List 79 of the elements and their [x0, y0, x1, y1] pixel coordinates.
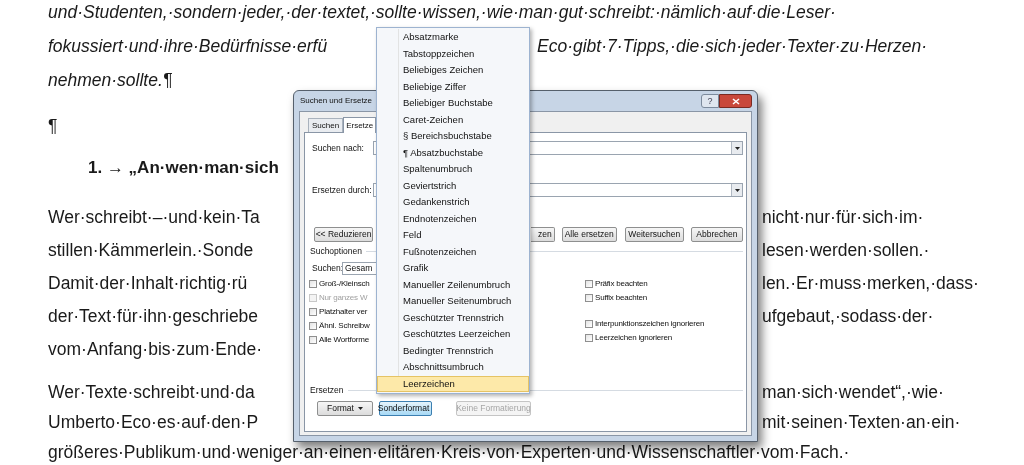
checkbox[interactable]	[309, 279, 317, 288]
tab[interactable]: Suchen	[308, 118, 344, 132]
text-line: man·sich·wendet“,·wie·	[762, 380, 944, 404]
help-button[interactable]: ?	[701, 94, 719, 108]
checkbox[interactable]	[585, 293, 593, 302]
checkbox-label: Leerzeichen ignorieren	[595, 331, 672, 344]
button[interactable]: Abbrechen	[690, 227, 743, 242]
dropdown-button[interactable]: Format	[317, 400, 373, 416]
text-line: Wer·Texte·schreibt·und·da	[48, 381, 255, 402]
menu-item[interactable]: Tabstoppzeichen	[377, 45, 529, 62]
menu-item[interactable]: Abschnittsumbruch	[377, 359, 529, 376]
close-button[interactable]	[719, 94, 752, 108]
text-line: Eco·gibt·7·Tipps,·die·sich·jeder·Texter·zu·Herzen·	[537, 34, 928, 58]
text-line: len.·Er·muss·merken,·dass·	[762, 271, 979, 295]
checkbox-label: Nur ganzes W	[319, 291, 368, 304]
section-label: Ersetzen	[309, 383, 345, 397]
button[interactable]: << Reduzieren	[314, 227, 373, 242]
caret-icon	[734, 146, 740, 150]
field-label: Suchen nach:	[311, 141, 365, 155]
text-line: Damit·der·Inhalt·richtig·rü	[48, 272, 248, 293]
caret-icon	[734, 188, 740, 192]
menu-item[interactable]: Leerzeichen	[377, 375, 529, 392]
menu-item[interactable]: Beliebiger Buchstabe	[377, 95, 529, 112]
menu-item[interactable]: Manueller Seitenumbruch	[377, 293, 529, 310]
checkbox-label: Groß-/Kleinsch	[319, 277, 370, 290]
menu-item[interactable]: Spaltenumbruch	[377, 161, 529, 178]
checkbox[interactable]	[309, 335, 317, 344]
heading: 1. → „An·wen·man·sich	[87, 157, 279, 180]
checkbox-label: Suffix beachten	[595, 291, 647, 304]
text-line: Umberto·Eco·es·auf·den·P	[48, 411, 259, 432]
button[interactable]: Alle ersetzen	[561, 227, 617, 242]
menu-item[interactable]: Caret-Zeichen	[377, 111, 529, 128]
text-line: Wer·schreibt·–·und·kein·Ta	[48, 206, 260, 227]
section-label: Suchoptionen	[309, 245, 363, 258]
text-line: nicht·nur·für·sich·im·	[762, 205, 924, 229]
field-label: Suchen:	[312, 261, 342, 275]
text-line: nehmen·sollte.¶	[48, 68, 173, 92]
checkbox-label: Alle Wortforme	[319, 333, 369, 346]
text-line: fokussiert·und·ihre·Bedürfnisse·erfü	[48, 35, 328, 56]
checkbox[interactable]	[585, 333, 593, 342]
menu-item[interactable]: Geviertstrich	[377, 177, 529, 194]
menu-item[interactable]: Feld	[377, 227, 529, 244]
menu-item[interactable]: Gedankenstrich	[377, 194, 529, 211]
menu-item[interactable]: Grafik	[377, 260, 529, 277]
menu-item[interactable]: Manueller Zeilenumbruch	[377, 276, 529, 293]
menu-item[interactable]: Beliebige Ziffer	[377, 78, 529, 95]
field-label: Ersetzen durch:	[311, 183, 373, 197]
text-line: vom·Anfang·bis·zum·Ende·	[48, 337, 262, 361]
text-line: stillen·Kämmerlein.·Sonde	[48, 239, 254, 260]
menu-item[interactable]: Geschützter Trennstrich	[377, 309, 529, 326]
button[interactable]: zen	[531, 227, 555, 242]
text-line: ufgebaut,·sodass·der·	[762, 304, 934, 328]
close-icon	[731, 97, 740, 105]
text-line: ¶	[48, 114, 58, 138]
checkbox[interactable]	[585, 319, 593, 328]
checkbox-label: Ähnl. Schreibw	[319, 319, 370, 332]
menu-item[interactable]: Endnotenzeichen	[377, 210, 529, 227]
checkbox[interactable]	[309, 321, 317, 330]
menu-item[interactable]: ¶ Absatzbuchstabe	[377, 144, 529, 161]
text-line: und·Studenten,·sondern·jeder,·der·textet,·sollte·wissen,·wie·man·gut·schreibt:·nämlich·auf·die·Leser·	[48, 0, 836, 24]
text-line: größeres·Publikum·und·weniger·an·einen·elitären·Kreis·von·Experten·und·Wissenschaftler·vom·Fach.·	[48, 440, 850, 464]
text-line: mit·seinen·Texten·an·ein·	[762, 410, 961, 434]
menu-item[interactable]: Bedingter Trennstrich	[377, 342, 529, 359]
checkbox-label: Platzhalter ver	[319, 305, 368, 318]
window-title: Suchen und Ersetze	[299, 95, 373, 107]
button[interactable]: Weitersuchen	[624, 227, 684, 242]
menu-item[interactable]: Beliebiges Zeichen	[377, 62, 529, 79]
checkbox[interactable]	[309, 307, 317, 316]
text-line: der·Text·für·ihn·geschriebe	[48, 305, 259, 326]
checkbox-label: Präfix beachten	[595, 277, 648, 290]
checkbox-label: Interpunktionszeichen ignorieren	[595, 317, 705, 330]
caret-icon	[357, 406, 363, 410]
tab[interactable]: Ersetze	[343, 117, 377, 133]
menu-item[interactable]: Fußnotenzeichen	[377, 243, 529, 260]
text-line: lesen·werden·sollen.·	[762, 238, 930, 262]
checkbox[interactable]	[585, 279, 593, 288]
menu-item[interactable]: § Bereichsbuchstabe	[377, 128, 529, 145]
menu-item[interactable]: Geschütztes Leerzeichen	[377, 326, 529, 343]
menu-item[interactable]: Absatzmarke	[377, 29, 529, 46]
